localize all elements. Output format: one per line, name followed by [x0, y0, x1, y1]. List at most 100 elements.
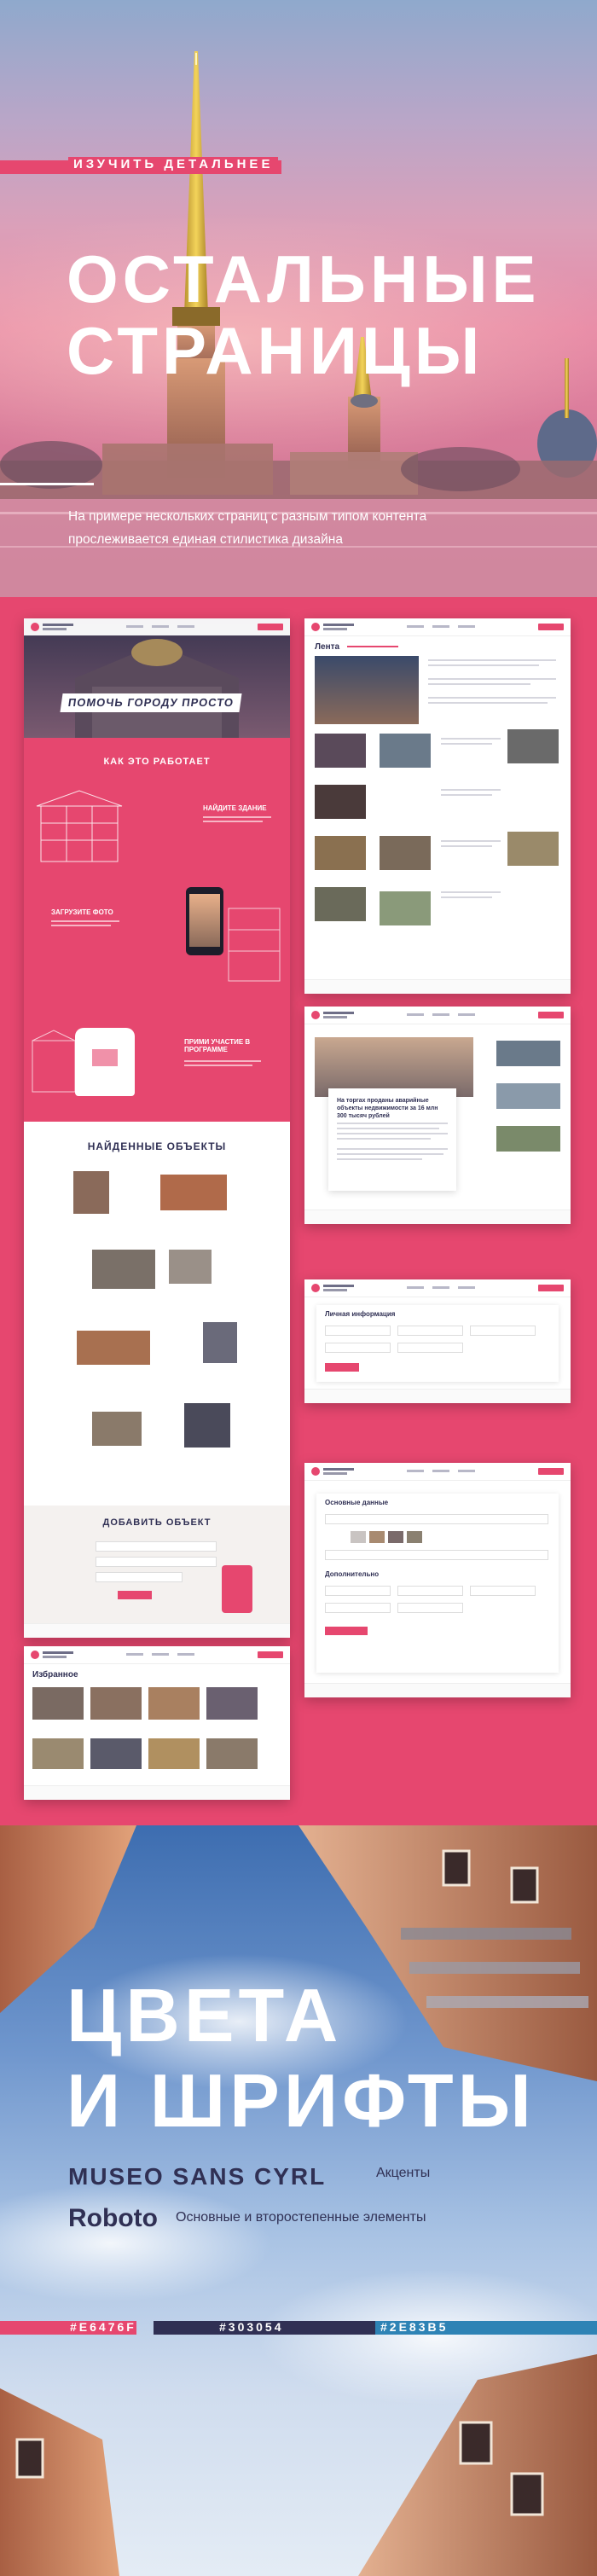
- address-field[interactable]: [96, 1541, 217, 1552]
- how-title: КАК ЭТО РАБОТАЕТ: [103, 757, 211, 767]
- favorite-card[interactable]: [206, 1687, 258, 1720]
- colors-title-line2: и шрифты: [67, 2058, 536, 2143]
- font2-name: Roboto: [68, 2204, 158, 2232]
- object-form-mockup[interactable]: Основные данные Дополнительно: [304, 1463, 571, 1697]
- form-field[interactable]: [325, 1326, 391, 1336]
- landing-banner: ПОМОЧЬ ГОРОДУ ПРОСТО: [60, 693, 242, 712]
- font1-desc: Акценты: [376, 2166, 431, 2180]
- save-button[interactable]: [325, 1363, 359, 1372]
- form-card: Основные данные Дополнительно: [316, 1494, 559, 1673]
- add-object-section: ДОБАВИТЬ ОБЪЕКТ: [24, 1506, 290, 1625]
- favorite-card[interactable]: [148, 1687, 200, 1720]
- font1-name: MUSEO SANS CYRL: [68, 2163, 327, 2190]
- form-field[interactable]: [325, 1343, 391, 1353]
- feed-image[interactable]: [315, 887, 366, 921]
- feed-image[interactable]: [315, 785, 366, 819]
- object-photo[interactable]: [92, 1250, 155, 1289]
- favorite-card[interactable]: [206, 1738, 258, 1769]
- form2-title: Основные данные: [325, 1499, 389, 1506]
- landing-page-mockup[interactable]: ПОМОЧЬ ГОРОДУ ПРОСТО КАК ЭТО РАБОТАЕТ НА…: [24, 618, 290, 1638]
- favorite-card[interactable]: [90, 1738, 142, 1769]
- form-field[interactable]: [397, 1343, 463, 1353]
- feed-image[interactable]: [315, 836, 366, 870]
- tag-label[interactable]: Изучить детальнее: [68, 157, 279, 171]
- hero-section: Изучить детальнее Остальные страницы На …: [0, 0, 597, 597]
- form-field[interactable]: [325, 1586, 391, 1596]
- sketch-building-2: [228, 908, 281, 982]
- hero-title-line2: страницы: [67, 313, 484, 388]
- form-field[interactable]: [397, 1326, 463, 1336]
- found-objects-section: НАЙДЕННЫЕ ОБЪЕКТЫ: [24, 1122, 290, 1506]
- swatch-pink-label: #E6476F: [70, 2320, 136, 2334]
- side-image[interactable]: [496, 1126, 560, 1152]
- swatch-blue-label: #2E83B5: [380, 2320, 449, 2334]
- submit-button[interactable]: [325, 1627, 368, 1635]
- feed-title: Лента: [315, 642, 340, 652]
- photo-field[interactable]: [96, 1572, 183, 1582]
- feed-image[interactable]: [380, 734, 431, 768]
- tshirt-image: [75, 1028, 135, 1096]
- article-page-mockup[interactable]: На торгах проданы аварийные объекты недв…: [304, 1007, 571, 1224]
- hero-rule: [0, 483, 94, 485]
- side-image[interactable]: [496, 1083, 560, 1109]
- favorite-card[interactable]: [32, 1738, 84, 1769]
- favorite-card[interactable]: [90, 1687, 142, 1720]
- phone-mockup: [222, 1565, 252, 1613]
- step2-title: ЗАГРУЗИТЕ ФОТО: [51, 908, 113, 916]
- form-field[interactable]: [325, 1603, 391, 1613]
- form-field[interactable]: [470, 1326, 536, 1336]
- object-photo[interactable]: [169, 1250, 212, 1284]
- article-card: На торгах проданы аварийные объекты недв…: [328, 1088, 456, 1191]
- feed-page-mockup[interactable]: Лента: [304, 618, 571, 994]
- form1-title: Личная информация: [325, 1310, 396, 1318]
- swatch-navy-label: #303054: [219, 2320, 284, 2334]
- feed-image[interactable]: [380, 891, 431, 925]
- favorites-page-mockup[interactable]: Избранное: [24, 1646, 290, 1800]
- favorite-card[interactable]: [148, 1738, 200, 1769]
- step1-title: НАЙДИТЕ ЗДАНИЕ: [203, 804, 267, 812]
- colors-title-line1: Цвета: [67, 1973, 343, 2057]
- photo-thumb[interactable]: [407, 1531, 422, 1543]
- object-photo[interactable]: [77, 1331, 150, 1365]
- participate-section: ПРИМИ УЧАСТИЕ В ПРОГРАММЕ: [24, 1019, 290, 1122]
- object-photo[interactable]: [184, 1403, 230, 1448]
- found-title: НАЙДЕННЫЕ ОБЪЕКТЫ: [87, 1140, 227, 1152]
- hero-title-line1: Остальные: [67, 241, 541, 316]
- form-field[interactable]: [397, 1586, 463, 1596]
- feed-image[interactable]: [507, 729, 559, 763]
- feed-image[interactable]: [380, 836, 431, 870]
- name-field[interactable]: [96, 1557, 217, 1567]
- favorites-title: Избранное: [32, 1670, 78, 1680]
- profile-form-mockup[interactable]: Личная информация: [304, 1279, 571, 1403]
- feed-image[interactable]: [315, 734, 366, 768]
- feed-main-image[interactable]: [315, 656, 419, 724]
- side-image[interactable]: [496, 1041, 560, 1066]
- hero-subtitle-line1: На примере нескольких страниц с разным т…: [68, 509, 427, 524]
- add-object-button[interactable]: [118, 1591, 152, 1599]
- landing-hero-image: [24, 618, 290, 738]
- sketch-building-3: [32, 1030, 76, 1093]
- form-field[interactable]: [325, 1514, 548, 1524]
- object-photo[interactable]: [92, 1412, 142, 1446]
- colors-fonts-section: Цвета и шрифты MUSEO SANS CYRL Акценты R…: [0, 1825, 597, 2576]
- form2-section2-title: Дополнительно: [325, 1570, 380, 1578]
- feed-image[interactable]: [507, 832, 559, 866]
- form-card: Личная информация: [316, 1305, 559, 1382]
- photo-thumb[interactable]: [369, 1531, 385, 1543]
- photo-thumb[interactable]: [388, 1531, 403, 1543]
- form-field[interactable]: [470, 1586, 536, 1596]
- form-field[interactable]: [397, 1603, 463, 1613]
- step3-title: ПРИМИ УЧАСТИЕ В ПРОГРАММЕ: [184, 1038, 251, 1053]
- sketch-building-1: [36, 790, 123, 862]
- form-field[interactable]: [325, 1550, 548, 1560]
- add-object-title: ДОБАВИТЬ ОБЪЕКТ: [102, 1517, 212, 1528]
- article-headline: На торгах проданы аварийные объекты недв…: [337, 1098, 438, 1119]
- object-photo[interactable]: [203, 1322, 237, 1363]
- buildings-image: [0, 1825, 597, 2576]
- object-photo[interactable]: [73, 1171, 109, 1214]
- favorite-card[interactable]: [32, 1687, 84, 1720]
- photo-thumb[interactable]: [351, 1531, 366, 1543]
- how-section: КАК ЭТО РАБОТАЕТ НАЙДИТЕ ЗДАНИЕ ЗАГРУЗИТ…: [24, 738, 290, 1019]
- object-photo[interactable]: [160, 1175, 227, 1210]
- font2-desc: Основные и второстепенные элементы: [176, 2210, 426, 2225]
